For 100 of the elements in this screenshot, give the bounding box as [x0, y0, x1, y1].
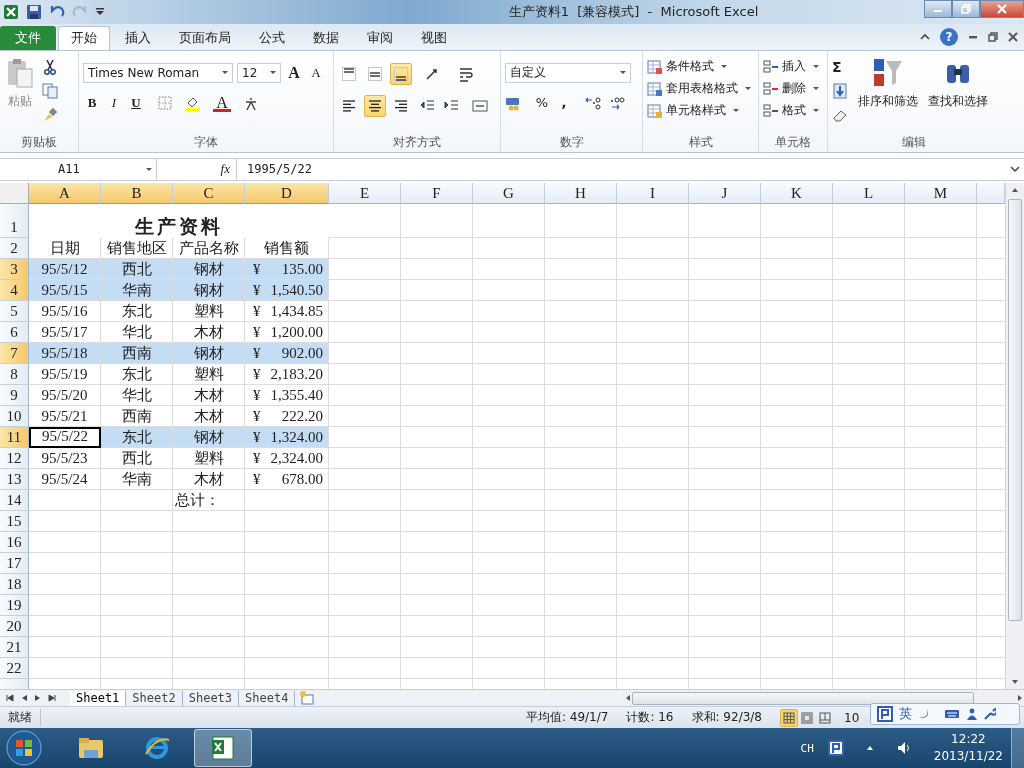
cells-menu-button[interactable]: 格式 — [763, 100, 823, 121]
ribbon-tab[interactable]: 公式 — [246, 25, 298, 50]
taskbar-app[interactable] — [194, 729, 252, 767]
view-button[interactable] — [780, 708, 798, 727]
ribbon-tab[interactable]: 插入 — [112, 25, 164, 50]
underline-button[interactable]: U — [127, 92, 145, 113]
ime-language-toggle[interactable]: 英 — [899, 705, 912, 724]
ime-logo-icon[interactable] — [877, 706, 893, 723]
minimize-button[interactable] — [924, 0, 952, 18]
row-header[interactable]: 4 — [0, 279, 29, 301]
previous-sheet-icon[interactable] — [20, 694, 28, 703]
style-menu-button[interactable]: 单元格样式 — [647, 100, 754, 121]
row-header[interactable]: 12 — [0, 447, 29, 469]
restore-icon[interactable] — [988, 31, 998, 42]
sort-filter-button[interactable]: 排序和筛选 — [856, 56, 920, 134]
expand-icon[interactable] — [1010, 164, 1020, 175]
row-header[interactable]: 22 — [0, 657, 29, 679]
row-header[interactable]: 16 — [0, 531, 29, 553]
next-sheet-icon[interactable] — [34, 694, 42, 703]
merge-cells-icon[interactable] — [472, 97, 488, 114]
cells-menu-button[interactable]: 插入 — [763, 56, 823, 77]
clock-time[interactable]: 12:22 — [951, 731, 986, 748]
italic-button[interactable]: I — [105, 92, 123, 113]
ribbon-tab[interactable]: 数据 — [300, 25, 352, 50]
ribbon-tab[interactable]: 开始 — [58, 25, 110, 50]
row-header[interactable]: 13 — [0, 468, 29, 490]
cells-menu-button[interactable]: 删除 — [763, 78, 823, 99]
column-header[interactable]: B — [101, 182, 173, 204]
font-color-button[interactable]: A — [213, 93, 231, 112]
last-sheet-icon[interactable] — [48, 694, 56, 703]
insert-function-button[interactable]: fx — [220, 161, 230, 178]
column-header[interactable]: F — [401, 182, 473, 204]
sheet-tab[interactable]: Sheet4 — [239, 690, 296, 706]
paste-button[interactable]: 粘贴 — [4, 56, 36, 134]
row-header[interactable]: 8 — [0, 363, 29, 385]
ribbon-tab[interactable]: 视图 — [408, 25, 460, 50]
customize-icon[interactable] — [95, 6, 105, 17]
close-icon[interactable] — [1008, 31, 1018, 42]
scroll-thumb[interactable] — [1008, 198, 1022, 621]
decrease-decimal-icon[interactable] — [585, 94, 601, 111]
show-hidden-icon[interactable] — [865, 744, 874, 752]
name-box[interactable]: A11 — [0, 158, 157, 180]
bold-button[interactable]: B — [83, 92, 101, 113]
increase-decimal-icon[interactable] — [609, 94, 625, 111]
fill-down-icon[interactable] — [832, 82, 848, 99]
row-header[interactable]: 3 — [0, 258, 29, 280]
column-header[interactable]: H — [545, 182, 617, 204]
column-header[interactable]: D — [245, 182, 329, 204]
person-icon[interactable] — [966, 708, 978, 721]
file-tab[interactable]: 文件 — [0, 25, 56, 50]
close-button[interactable] — [980, 0, 1024, 18]
style-menu-button[interactable]: 条件格式 — [647, 56, 754, 77]
column-header[interactable]: I — [617, 182, 689, 204]
column-header[interactable]: J — [689, 182, 761, 204]
row-header[interactable]: 6 — [0, 321, 29, 343]
ribbon-tab[interactable]: 审阅 — [354, 25, 406, 50]
comma-button[interactable]: , — [555, 92, 573, 113]
horizontal-align-button[interactable] — [364, 94, 386, 117]
zoom-level[interactable]: 10 — [844, 710, 874, 725]
vertical-scrollbar[interactable] — [1005, 182, 1024, 690]
first-sheet-icon[interactable] — [6, 694, 14, 703]
row-header[interactable]: 17 — [0, 552, 29, 574]
speaker-icon[interactable] — [895, 740, 912, 756]
wrench-icon[interactable] — [984, 708, 996, 721]
help-button[interactable]: ? — [940, 27, 958, 46]
collapse-ribbon-icon[interactable] — [920, 31, 930, 42]
number-format-dropdown[interactable]: 自定义 — [505, 62, 631, 83]
scroll-right-icon[interactable] — [1016, 694, 1024, 703]
find-select-button[interactable]: 查找和选择 — [926, 56, 990, 134]
row-header[interactable]: 9 — [0, 384, 29, 406]
save-icon[interactable] — [26, 3, 42, 20]
formula-input[interactable]: 1995/5/22 — [237, 162, 1010, 177]
row-header[interactable]: 19 — [0, 594, 29, 616]
row-header[interactable]: 18 — [0, 573, 29, 595]
start-button[interactable] — [6, 730, 42, 766]
row-header[interactable]: 15 — [0, 510, 29, 532]
row-header[interactable]: 10 — [0, 405, 29, 427]
font-size-dropdown[interactable]: 12 — [237, 62, 281, 83]
ime-logo-icon[interactable] — [827, 740, 844, 756]
row-header[interactable]: 1 — [0, 203, 29, 238]
column-header[interactable]: E — [329, 182, 401, 204]
autosum-button[interactable]: Σ — [832, 58, 850, 75]
font-name-dropdown[interactable]: Times New Roman — [83, 62, 233, 83]
input-language[interactable]: CH — [800, 741, 814, 755]
vertical-align-button[interactable] — [390, 62, 412, 85]
column-header[interactable]: K — [761, 182, 833, 204]
format-painter-icon[interactable] — [42, 106, 58, 123]
restore-button[interactable] — [952, 0, 980, 18]
cut-icon[interactable] — [42, 58, 58, 75]
row-header[interactable]: 2 — [0, 237, 29, 259]
ribbon-tab[interactable]: 页面布局 — [166, 25, 244, 50]
sheet-tab[interactable]: Sheet2 — [126, 690, 183, 706]
row-header[interactable]: 20 — [0, 615, 29, 637]
column-header[interactable]: A — [29, 182, 101, 204]
copy-icon[interactable] — [42, 82, 58, 99]
row-header[interactable]: 11 — [0, 426, 29, 448]
style-menu-button[interactable]: 套用表格格式 — [647, 78, 754, 99]
horizontal-scrollbar[interactable] — [624, 690, 1024, 706]
sheet-tab[interactable]: Sheet3 — [182, 690, 240, 706]
clock-date[interactable]: 2013/11/22 — [933, 748, 1003, 765]
